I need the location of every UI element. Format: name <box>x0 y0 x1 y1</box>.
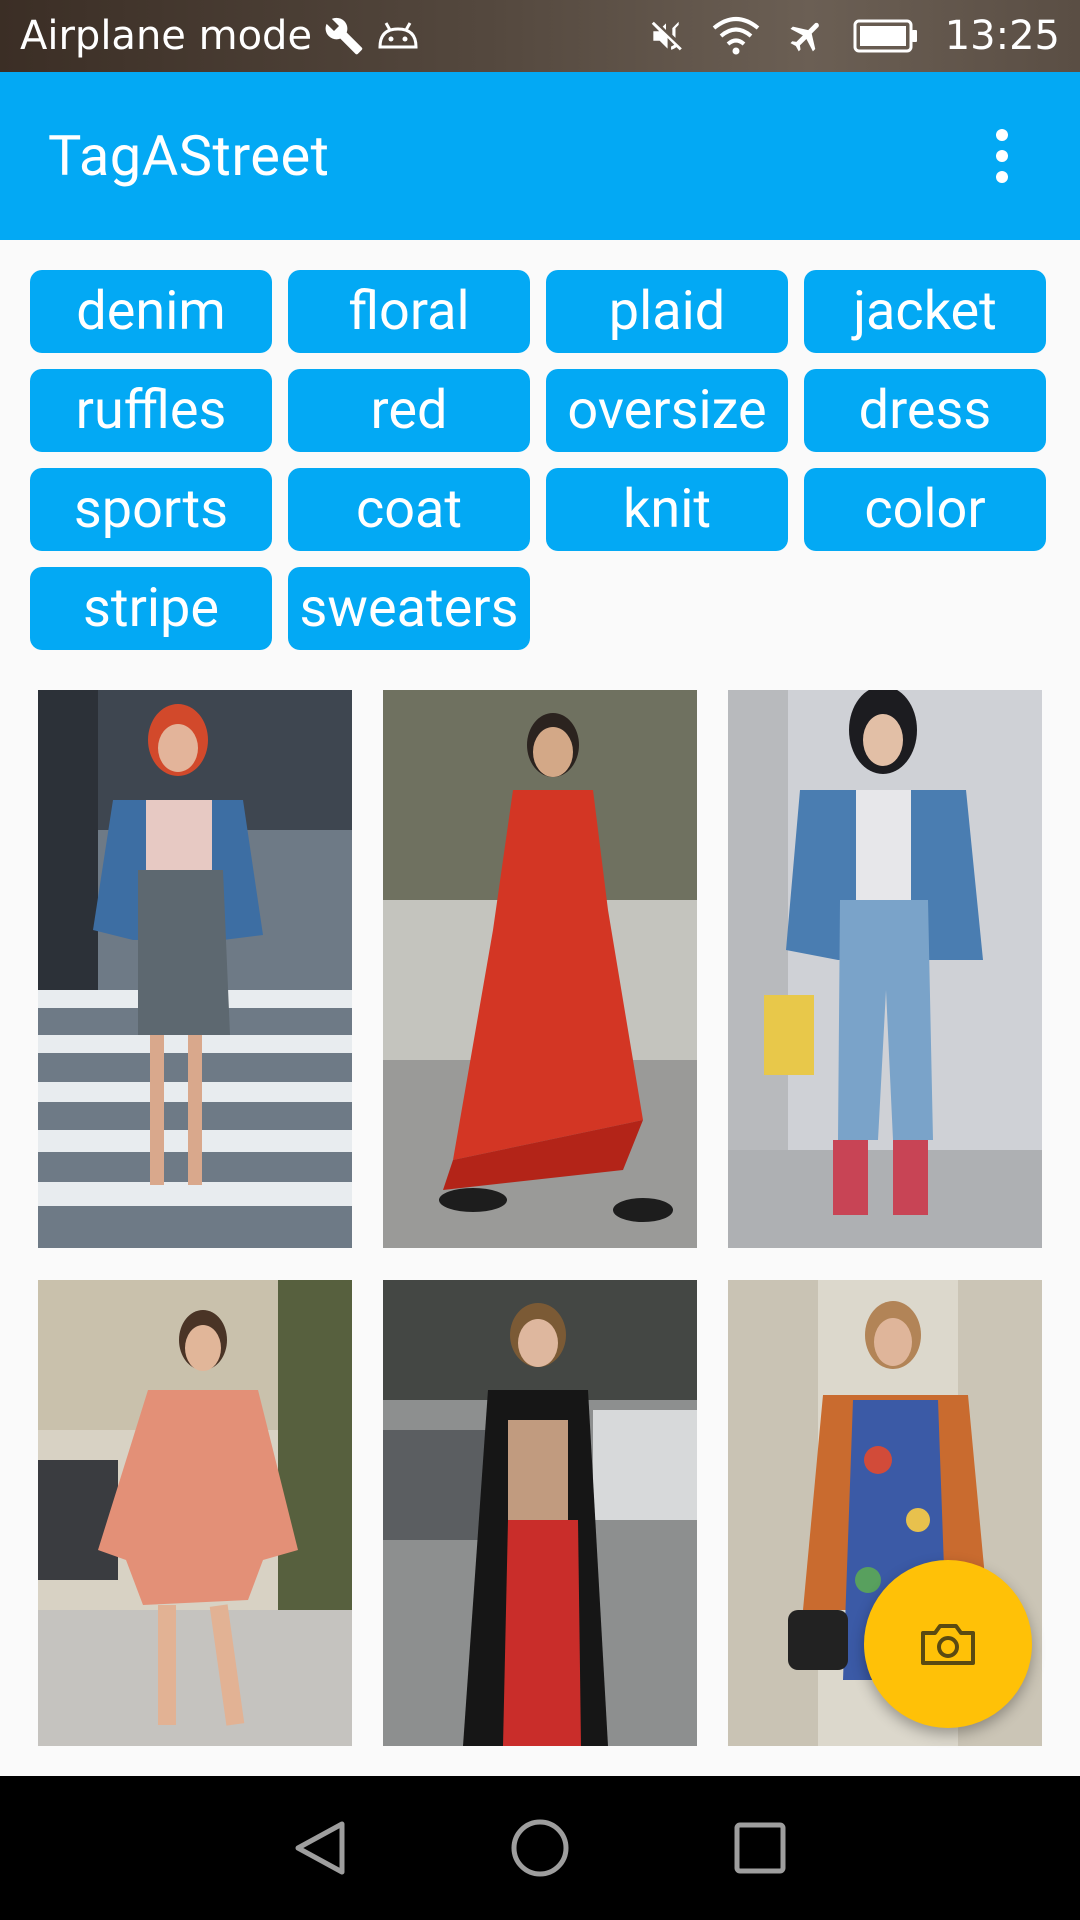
clock: 13:25 <box>944 13 1060 59</box>
tag-button[interactable]: oversize <box>546 369 788 452</box>
tag-button[interactable]: jacket <box>804 270 1046 353</box>
more-vert-icon[interactable] <box>972 116 1032 196</box>
camera-fab-button[interactable] <box>864 1560 1032 1728</box>
wifi-icon <box>711 16 761 56</box>
tag-button[interactable]: ruffles <box>30 369 272 452</box>
status-bar: Airplane mode 13:25 <box>0 0 1080 72</box>
camera-icon <box>921 1624 975 1665</box>
back-icon[interactable] <box>280 1808 360 1888</box>
wrench-icon <box>324 16 364 56</box>
tag-button[interactable]: sports <box>30 468 272 551</box>
tag-button[interactable]: stripe <box>30 567 272 650</box>
tag-button[interactable]: dress <box>804 369 1046 452</box>
tag-button[interactable]: knit <box>546 468 788 551</box>
home-icon[interactable] <box>500 1808 580 1888</box>
airplane-icon <box>787 16 827 56</box>
tag-button[interactable]: sweaters <box>288 567 530 650</box>
app-title: TagAStreet <box>48 123 330 189</box>
battery-icon <box>853 18 919 54</box>
tag-button[interactable]: plaid <box>546 270 788 353</box>
tag-button[interactable]: coat <box>288 468 530 551</box>
photo-denim-plaid-skirt[interactable] <box>38 690 352 1248</box>
airplane-mode-text: Airplane mode <box>20 13 313 59</box>
tag-button[interactable]: floral <box>288 270 530 353</box>
photo-denim-jacket-jeans[interactable] <box>728 690 1042 1248</box>
android-icon <box>376 21 420 51</box>
tag-button[interactable]: color <box>804 468 1046 551</box>
tag-button[interactable]: red <box>288 369 530 452</box>
mute-icon <box>647 15 685 57</box>
app-bar: TagAStreet <box>0 72 1080 240</box>
navigation-bar <box>0 1776 1080 1920</box>
recents-icon[interactable] <box>720 1808 800 1888</box>
tag-button[interactable]: denim <box>30 270 272 353</box>
photo-pink-dress[interactable] <box>38 1280 352 1746</box>
photo-red-dress[interactable] <box>383 690 697 1248</box>
photo-black-coat-red-pants[interactable] <box>383 1280 697 1746</box>
tag-list: denim floral plaid jacket ruffles red ov… <box>30 270 1050 650</box>
